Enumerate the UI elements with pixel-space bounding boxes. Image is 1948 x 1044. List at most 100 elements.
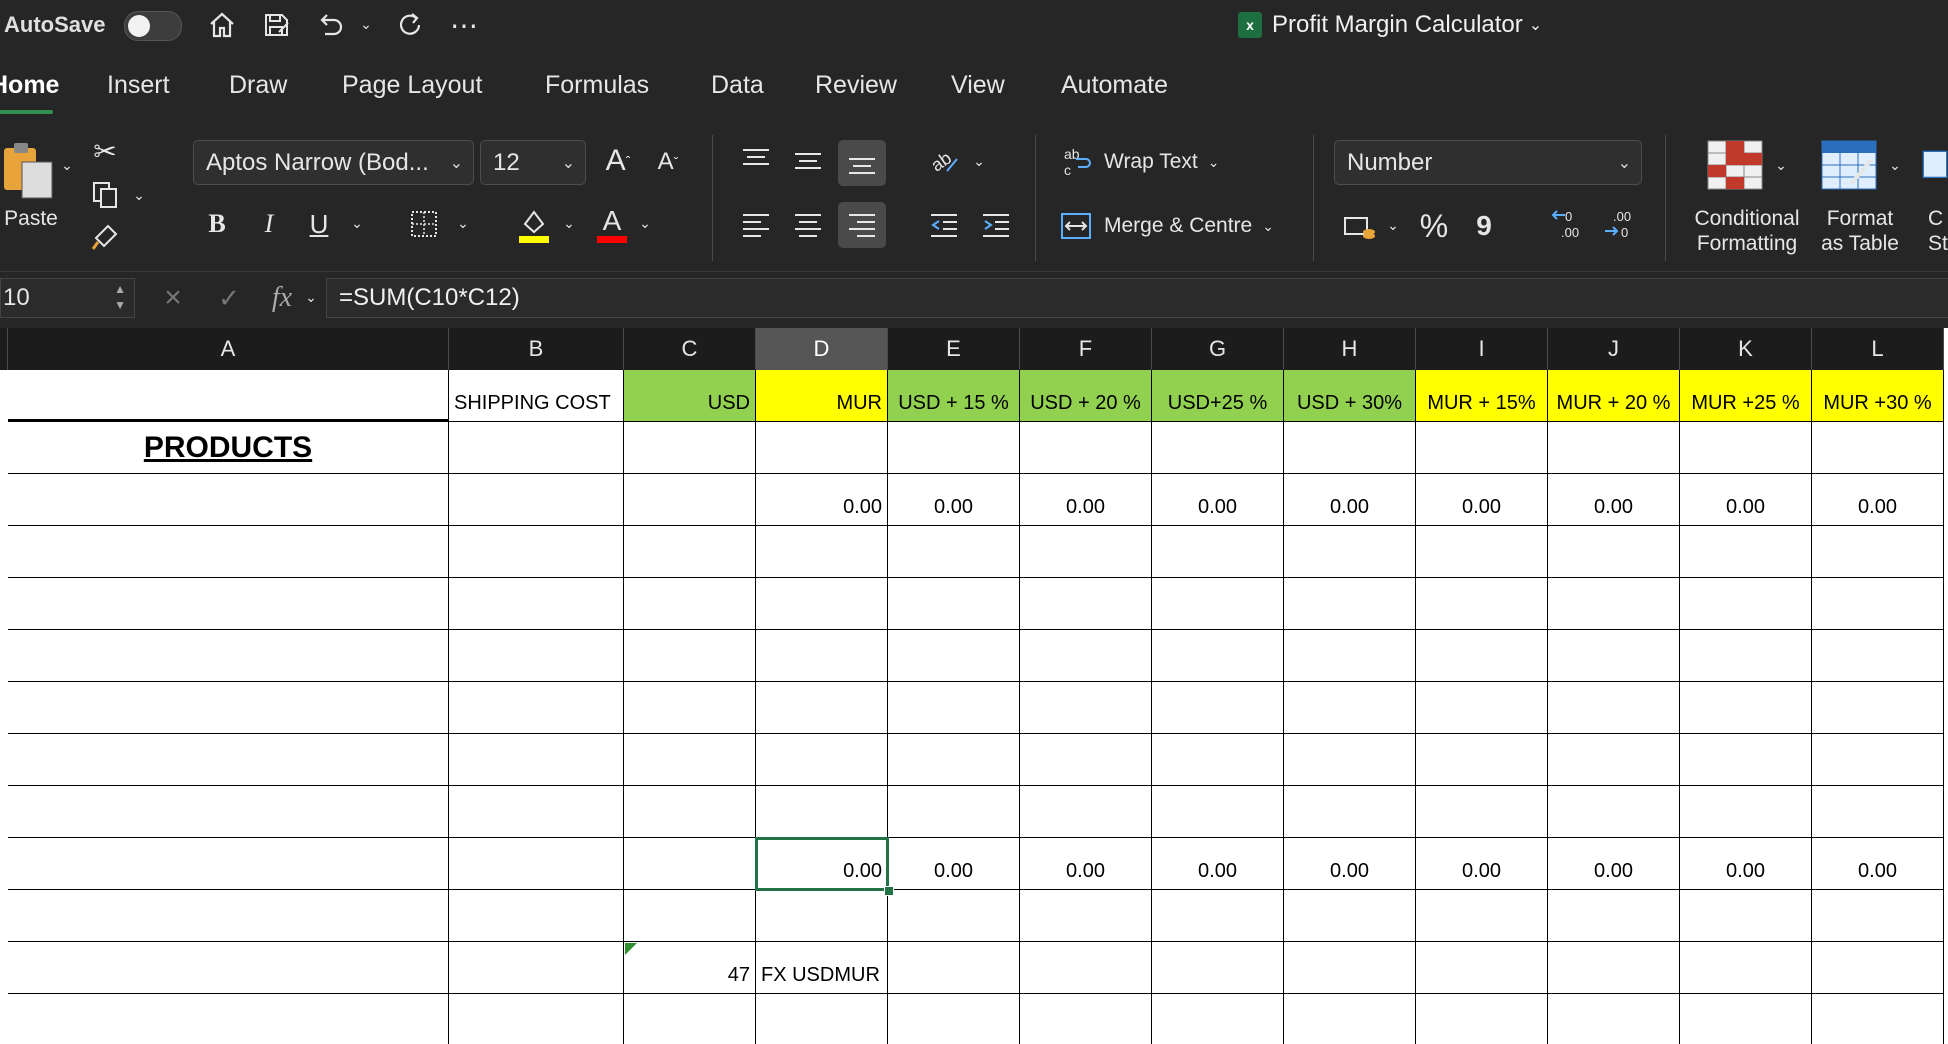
conditional-formatting-chevron-icon[interactable]: ⌄ (1772, 156, 1790, 174)
cell-b6[interactable] (449, 630, 624, 682)
column-header-a[interactable]: A (8, 328, 449, 370)
font-color-dropdown-chevron-icon[interactable]: ⌄ (636, 214, 654, 232)
cell-h4[interactable] (1284, 526, 1416, 578)
cell-l9[interactable] (1812, 786, 1944, 838)
cell-h2[interactable] (1284, 422, 1416, 474)
cell-h9[interactable] (1284, 786, 1416, 838)
font-color-icon[interactable]: A (592, 202, 632, 246)
conditional-formatting-label[interactable]: Conditional Formatting (1680, 206, 1814, 256)
cell-a9[interactable] (8, 786, 449, 838)
function-dropdown-chevron-icon[interactable]: ⌄ (302, 288, 320, 306)
cell-e4[interactable] (888, 526, 1020, 578)
cell-c9[interactable] (624, 786, 756, 838)
cell-g3[interactable]: 0.00 (1152, 474, 1284, 526)
cell-d9[interactable] (756, 786, 888, 838)
cell-d13[interactable] (756, 994, 888, 1044)
fill-handle[interactable] (884, 886, 894, 896)
cell-i2[interactable] (1416, 422, 1548, 474)
tab-page-layout[interactable]: Page Layout (342, 50, 482, 120)
document-title[interactable]: x Profit Margin Calculator ⌄ (1238, 0, 1542, 50)
format-painter-icon[interactable] (88, 220, 122, 254)
cell-j3[interactable]: 0.00 (1548, 474, 1680, 526)
cell-j2[interactable] (1548, 422, 1680, 474)
cell-c11[interactable] (624, 890, 756, 942)
tab-view[interactable]: View (951, 50, 1005, 120)
cell-e10[interactable]: 0.00 (888, 838, 1020, 890)
cell-k11[interactable] (1680, 890, 1812, 942)
cell-g10[interactable]: 0.00 (1152, 838, 1284, 890)
cell-h10[interactable]: 0.00 (1284, 838, 1416, 890)
align-top-icon[interactable] (736, 140, 776, 178)
cell-a2[interactable]: PRODUCTS (8, 422, 449, 474)
cell-h8[interactable] (1284, 734, 1416, 786)
paste-dropdown-chevron-icon[interactable]: ⌄ (58, 156, 76, 174)
cell-g9[interactable] (1152, 786, 1284, 838)
align-center-icon[interactable] (788, 204, 828, 246)
cell-g12[interactable] (1152, 942, 1284, 994)
column-header-j[interactable]: J (1548, 328, 1680, 370)
undo-dropdown-chevron-icon[interactable]: ⌄ (356, 14, 376, 34)
cell-h1[interactable]: USD + 30% (1284, 370, 1416, 422)
tab-formulas[interactable]: Formulas (545, 50, 649, 120)
cell-f11[interactable] (1020, 890, 1152, 942)
cell-e8[interactable] (888, 734, 1020, 786)
format-as-table-label[interactable]: Format as Table (1812, 206, 1908, 256)
cell-k9[interactable] (1680, 786, 1812, 838)
tab-insert[interactable]: Insert (107, 50, 170, 120)
paste-icon[interactable] (0, 138, 58, 202)
cell-i1[interactable]: MUR + 15% (1416, 370, 1548, 422)
cell-c13[interactable] (624, 994, 756, 1044)
cell-e9[interactable] (888, 786, 1020, 838)
cell-a8[interactable] (8, 734, 449, 786)
save-icon[interactable] (258, 7, 294, 43)
decrease-indent-icon[interactable] (924, 206, 964, 244)
name-box-stepper-icon[interactable]: ▲ ▼ (114, 281, 126, 313)
align-bottom-icon[interactable] (838, 140, 886, 186)
cell-h5[interactable] (1284, 578, 1416, 630)
cell-b7[interactable] (449, 682, 624, 734)
wrap-text-button[interactable]: ab c Wrap Text ⌄ (1062, 140, 1240, 184)
borders-icon[interactable] (406, 206, 442, 242)
cell-c1[interactable]: USD (624, 370, 756, 422)
cell-b3[interactable] (449, 474, 624, 526)
align-left-icon[interactable] (736, 204, 776, 246)
cell-a12[interactable] (8, 942, 449, 994)
cancel-entry-icon[interactable]: × (158, 281, 188, 314)
cell-k5[interactable] (1680, 578, 1812, 630)
cell-e1[interactable]: USD + 15 % (888, 370, 1020, 422)
cell-l2[interactable] (1812, 422, 1944, 474)
cell-a7[interactable] (8, 682, 449, 734)
cell-styles-label[interactable]: C St (1928, 206, 1948, 256)
cell-c7[interactable] (624, 682, 756, 734)
cell-b4[interactable] (449, 526, 624, 578)
cell-e13[interactable] (888, 994, 1020, 1044)
borders-dropdown-chevron-icon[interactable]: ⌄ (454, 214, 472, 232)
cell-d2[interactable] (756, 422, 888, 474)
undo-icon[interactable] (312, 7, 348, 43)
font-name-select[interactable]: Aptos Narrow (Bod... ⌄ (193, 140, 474, 185)
cell-g11[interactable] (1152, 890, 1284, 942)
cell-f8[interactable] (1020, 734, 1152, 786)
cell-c4[interactable] (624, 526, 756, 578)
column-header-e[interactable]: E (888, 328, 1020, 370)
cell-l12[interactable] (1812, 942, 1944, 994)
format-as-table-chevron-icon[interactable]: ⌄ (1886, 156, 1904, 174)
underline-dropdown-chevron-icon[interactable]: ⌄ (348, 214, 366, 232)
cell-k2[interactable] (1680, 422, 1812, 474)
orientation-icon[interactable]: ab (924, 142, 964, 180)
column-header-h[interactable]: H (1284, 328, 1416, 370)
spreadsheet-grid[interactable]: A B C D E F G H I J K L SHIPPING COST USD MUR USD + 15 … (0, 328, 1948, 1044)
cell-e12[interactable] (888, 942, 1020, 994)
cell-f10[interactable]: 0.00 (1020, 838, 1152, 890)
select-all-corner[interactable] (0, 328, 8, 370)
cell-e3[interactable]: 0.00 (888, 474, 1020, 526)
cell-e2[interactable] (888, 422, 1020, 474)
cell-d12[interactable]: FX USDMUR (756, 942, 888, 994)
cell-f5[interactable] (1020, 578, 1152, 630)
cell-a11[interactable] (8, 890, 449, 942)
confirm-entry-icon[interactable]: ✓ (214, 282, 244, 314)
cell-c3[interactable] (624, 474, 756, 526)
cell-a1[interactable] (8, 370, 449, 422)
cell-j6[interactable] (1548, 630, 1680, 682)
cell-c12[interactable]: 47 (624, 942, 756, 994)
